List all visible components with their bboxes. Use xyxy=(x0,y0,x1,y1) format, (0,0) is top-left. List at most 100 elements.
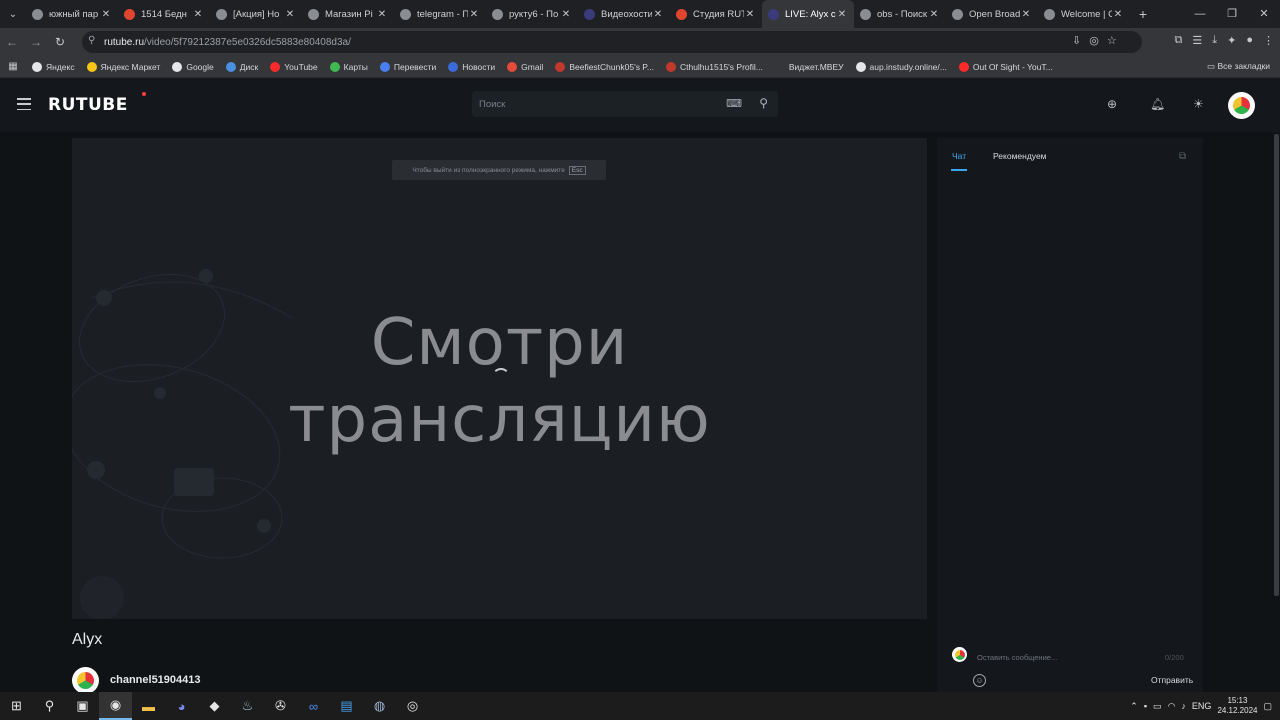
browser-tab[interactable]: Welcome | C ✕ xyxy=(1038,0,1130,28)
channel-avatar[interactable] xyxy=(72,667,99,694)
bookmark-item[interactable]: Новости xyxy=(448,61,495,72)
bell-icon[interactable]: 🔔︎ xyxy=(1150,97,1165,111)
send-button[interactable]: Отправить xyxy=(1151,675,1193,685)
browser-tab[interactable]: [Акция] Но ✕ xyxy=(210,0,302,28)
obs-app-icon[interactable]: ◎ xyxy=(396,692,429,720)
forward-icon[interactable]: → xyxy=(24,35,48,49)
profile-icon[interactable]: ● xyxy=(1246,34,1253,47)
tab-search-icon[interactable]: ⌄ xyxy=(0,0,26,28)
network-icon[interactable]: ◠ xyxy=(1168,701,1176,712)
tray-app-icon[interactable]: ▪ xyxy=(1144,701,1147,711)
restore-icon[interactable]: ❐ xyxy=(1216,0,1248,28)
all-bookmarks-button[interactable]: ▭ Все закладки xyxy=(1207,61,1270,72)
back-icon[interactable]: ← xyxy=(0,35,24,49)
tab-close-icon[interactable]: ✕ xyxy=(652,9,664,20)
task-view-icon[interactable]: ▣ xyxy=(66,692,99,720)
tab-close-icon[interactable]: ✕ xyxy=(100,9,112,20)
browser-tab[interactable]: южный пар ✕ xyxy=(26,0,118,28)
install-app-icon[interactable]: ⇩ xyxy=(1072,34,1081,47)
tab-close-icon[interactable]: ✕ xyxy=(836,9,848,20)
downloads-icon[interactable]: ⤓ xyxy=(1212,34,1217,47)
browser-tab[interactable]: 1514 Бедн ✕ xyxy=(118,0,210,28)
popout-icon[interactable]: ⧉ xyxy=(1179,151,1186,162)
discord-icon[interactable]: ◕ xyxy=(165,692,198,720)
start-icon[interactable]: ⊞ xyxy=(0,692,33,720)
tab-close-icon[interactable]: ✕ xyxy=(468,9,480,20)
play-icon[interactable] xyxy=(80,576,124,619)
tab-close-icon[interactable]: ✕ xyxy=(560,9,572,20)
window-app-icon[interactable]: ▤ xyxy=(330,692,363,720)
bookmark-item[interactable]: aup.instudy.online/... xyxy=(855,61,947,72)
browser-tab[interactable]: Open Broad ✕ xyxy=(946,0,1038,28)
site-info-icon[interactable]: ⚲ xyxy=(88,35,95,46)
rutube-logo[interactable]: RUTUBE xyxy=(48,95,128,115)
tray-chevron-icon[interactable]: ⌃ xyxy=(1130,701,1138,712)
bookmark-star-icon[interactable]: ☆ xyxy=(1107,34,1117,47)
browser-menu-icon[interactable]: ⋮ xyxy=(1263,34,1274,47)
menu-icon[interactable] xyxy=(17,98,31,110)
extensions-icon[interactable]: ⧉ xyxy=(1175,34,1183,47)
bookmark-item[interactable]: Яндекс Маркет xyxy=(86,61,160,72)
keyboard-icon[interactable]: ⌨ xyxy=(726,97,742,110)
browser-tab[interactable]: telegram - П ✕ xyxy=(394,0,486,28)
bookmark-item[interactable]: YouTube xyxy=(270,61,318,72)
browser-tab[interactable]: LIVE: Alyx c ✕ xyxy=(762,0,854,28)
bookmark-item[interactable]: Out Of Sight - YouT... xyxy=(958,61,1053,72)
tab-close-icon[interactable]: ✕ xyxy=(284,9,296,20)
extension-puzzle-icon[interactable]: ✦ xyxy=(1227,34,1236,47)
media-app-icon[interactable]: ◍ xyxy=(363,692,396,720)
chat-message-input[interactable]: Оставить сообщение... xyxy=(977,653,1177,662)
page-scrollbar[interactable] xyxy=(1274,134,1279,596)
notifications-icon[interactable]: ▢ xyxy=(1263,701,1272,712)
volume-icon[interactable]: ♪ xyxy=(1181,701,1186,711)
tab-close-icon[interactable]: ✕ xyxy=(192,9,204,20)
clock[interactable]: 15:13 24.12.2024 xyxy=(1217,696,1257,716)
eye-off-icon[interactable]: ◎ xyxy=(1089,34,1099,47)
search-input[interactable]: Поиск ⌨ ⚲ xyxy=(472,91,778,117)
tab-chat[interactable]: Чат xyxy=(952,151,966,161)
close-window-icon[interactable]: ✕ xyxy=(1248,0,1280,28)
tab-close-icon[interactable]: ✕ xyxy=(376,9,388,20)
bookmark-item[interactable]: Яндекс xyxy=(32,61,75,72)
bookmark-item[interactable]: Виджет.МВЕУ xyxy=(774,61,844,72)
browser-tab[interactable]: Студия RUT ✕ xyxy=(670,0,762,28)
bookmark-item[interactable]: Cthulhu1515's Profil... xyxy=(665,61,763,72)
apps-grid-icon[interactable]: ▦ xyxy=(0,61,26,72)
minimize-icon[interactable]: — xyxy=(1184,0,1216,28)
bookmark-item[interactable]: Google xyxy=(172,61,214,72)
tool-app-icon[interactable]: ✇ xyxy=(264,692,297,720)
browser-tab[interactable]: Магазин Pi ✕ xyxy=(302,0,394,28)
tab-close-icon[interactable]: ✕ xyxy=(744,9,756,20)
emoji-icon[interactable]: ☺ xyxy=(973,674,986,687)
tab-close-icon[interactable]: ✕ xyxy=(928,9,940,20)
bookmark-item[interactable]: BeefiestChunk05's P... xyxy=(555,61,654,72)
bookmark-item[interactable]: Диск xyxy=(225,61,258,72)
new-tab-button[interactable]: + xyxy=(1130,6,1156,22)
user-avatar[interactable] xyxy=(1228,92,1255,119)
browser-tab[interactable]: рукту6 - По ✕ xyxy=(486,0,578,28)
app-icon[interactable]: ◆ xyxy=(198,692,231,720)
language-indicator[interactable]: ENG xyxy=(1192,701,1212,711)
bookmark-item[interactable]: Gmail xyxy=(507,61,543,72)
upload-icon[interactable]: ⊕ xyxy=(1107,97,1117,111)
url-field[interactable]: ⚲ rutube.ru/video/5f79212387e5e0326dc588… xyxy=(82,31,1142,53)
tray-monitor-icon[interactable]: ▭ xyxy=(1153,701,1162,712)
taskbar-search-icon[interactable]: ⚲ xyxy=(33,692,66,720)
bookmark-item[interactable]: Перевести xyxy=(379,61,436,72)
chrome-app-icon[interactable]: ◉ xyxy=(99,692,132,720)
theme-sun-icon[interactable]: ☀ xyxy=(1193,97,1204,111)
channel-name[interactable]: channel51904413 xyxy=(110,674,201,686)
tab-recommended[interactable]: Рекомендуем xyxy=(993,151,1047,161)
search-icon[interactable]: ⚲ xyxy=(759,96,768,110)
browser-tab[interactable]: Видеохости ✕ xyxy=(578,0,670,28)
meta-app-icon[interactable]: ∞ xyxy=(297,692,330,720)
reading-list-icon[interactable]: ☰ xyxy=(1192,34,1202,47)
video-player[interactable]: Чтобы выйти из полноэкранного режима, на… xyxy=(72,138,927,619)
steam-icon[interactable]: ♨ xyxy=(231,692,264,720)
file-explorer-icon[interactable]: ▬ xyxy=(132,692,165,720)
bookmark-item[interactable]: Карты xyxy=(329,61,368,72)
browser-tab[interactable]: obs - Поиск ✕ xyxy=(854,0,946,28)
reload-icon[interactable]: ↻ xyxy=(48,35,72,49)
tab-close-icon[interactable]: ✕ xyxy=(1020,9,1032,20)
tab-close-icon[interactable]: ✕ xyxy=(1112,9,1124,20)
